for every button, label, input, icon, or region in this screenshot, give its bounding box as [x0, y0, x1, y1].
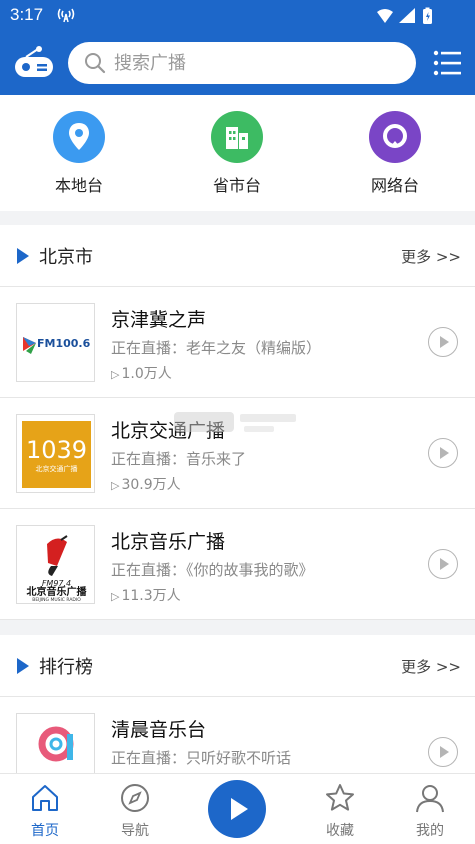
more-link[interactable]: 更多 >>: [401, 246, 461, 267]
station-live: 正在直播：老年之友（精编版）: [111, 339, 322, 357]
logo-subtext: 北京音乐广播: [27, 585, 88, 598]
category-province[interactable]: 省市台: [192, 111, 282, 196]
station-name: 京津冀之声: [111, 309, 207, 331]
section-beijing: 北京市 更多 >> FM100.6 京津冀之声 正在直播：老年之友（精编版） ▷…: [0, 225, 475, 620]
tab-label: 我的: [416, 823, 444, 839]
wifi-icon: [377, 9, 393, 23]
tab-label: 首页: [31, 823, 59, 839]
station-row[interactable]: FM100.6 京津冀之声 正在直播：老年之友（精编版） ▷ 1.0万人: [0, 287, 475, 398]
station-logo: 1039 北京交通广播: [16, 414, 95, 493]
listeners-icon: ▷: [111, 479, 120, 492]
cell-signal-icon: [399, 8, 415, 23]
section-title: 排行榜: [39, 657, 93, 678]
category-shortcuts: 本地台 省市台 网络台: [0, 95, 475, 211]
play-button[interactable]: [428, 549, 458, 579]
section-title: 北京市: [39, 247, 93, 268]
user-icon: [414, 785, 446, 818]
app-bar: [0, 32, 475, 95]
tab-label: 导航: [121, 823, 149, 839]
play-button[interactable]: [428, 327, 458, 357]
section-header: 排行榜 更多 >>: [0, 635, 475, 697]
search-icon: [84, 52, 106, 78]
section-header: 北京市 更多 >>: [0, 225, 475, 287]
listener-count: ▷ 1.0万人: [111, 366, 172, 382]
radio-signal-icon: [56, 5, 76, 29]
menu-list-icon[interactable]: [433, 50, 461, 76]
play-button[interactable]: [428, 737, 458, 767]
listeners-icon: ▷: [111, 368, 120, 381]
tab-favorites[interactable]: 收藏: [305, 782, 375, 840]
listener-count: ▷ 11.3万人: [111, 588, 181, 604]
logo-text: 1039: [26, 436, 87, 464]
station-name: 清晨音乐台: [111, 719, 207, 741]
category-label: 省市台: [212, 176, 261, 195]
status-time: 3:17: [10, 5, 44, 24]
station-live: 正在直播：只听好歌不听话: [111, 749, 292, 767]
play-button[interactable]: [428, 438, 458, 468]
logo-subtext: 北京交通广播: [36, 464, 78, 473]
station-live: 正在直播：《你的故事我的歌》: [111, 561, 314, 579]
listener-count: ▷ 30.9万人: [111, 477, 181, 493]
bottom-tab-bar: 首页 导航 收藏 我的: [0, 773, 475, 844]
station-logo: [16, 713, 95, 775]
section-ranking: 排行榜 更多 >> 清晨音乐台 正在直播：只听好歌不听话: [0, 635, 475, 775]
search-input[interactable]: [114, 42, 404, 84]
section-marker-icon: [17, 658, 29, 674]
category-label: 本地台: [54, 176, 103, 195]
tab-label: 收藏: [326, 823, 354, 839]
station-row[interactable]: 清晨音乐台 正在直播：只听好歌不听话: [0, 697, 475, 775]
station-logo: FM100.6: [16, 303, 95, 382]
logo-subtext-en: BEIJING MUSIC RADIO: [32, 597, 81, 603]
search-box[interactable]: [68, 42, 416, 84]
station-name: 北京音乐广播: [111, 531, 226, 553]
station-name: 北京交通广播: [111, 420, 226, 442]
tab-home[interactable]: 首页: [10, 782, 80, 840]
category-label: 网络台: [370, 176, 419, 195]
status-icons: [375, 7, 439, 29]
status-bar: 3:17: [0, 0, 475, 32]
location-pin-icon: [53, 111, 105, 163]
network-icon: [369, 111, 421, 163]
listeners-icon: ▷: [111, 590, 120, 603]
station-logo: FM97.4 北京音乐广播 BEIJING MUSIC RADIO: [16, 525, 95, 604]
category-local[interactable]: 本地台: [34, 111, 124, 196]
tab-navigation[interactable]: 导航: [100, 782, 170, 840]
station-row[interactable]: 1039 北京交通广播 北京交通广播 正在直播：音乐来了 ▷ 30.9万人: [0, 398, 475, 509]
play-fab-button[interactable]: [208, 780, 266, 838]
category-network[interactable]: 网络台: [350, 111, 440, 196]
more-link[interactable]: 更多 >>: [401, 656, 461, 677]
logo-text: FM100.6: [37, 337, 91, 350]
building-icon: [211, 111, 263, 163]
tab-profile[interactable]: 我的: [395, 782, 465, 840]
station-live: 正在直播：音乐来了: [111, 450, 247, 468]
section-marker-icon: [17, 248, 29, 264]
station-row[interactable]: FM97.4 北京音乐广播 BEIJING MUSIC RADIO 北京音乐广播…: [0, 509, 475, 620]
home-icon: [29, 785, 61, 818]
radio-logo-icon[interactable]: [12, 44, 56, 82]
star-icon: [324, 784, 356, 818]
compass-icon: [119, 784, 151, 818]
